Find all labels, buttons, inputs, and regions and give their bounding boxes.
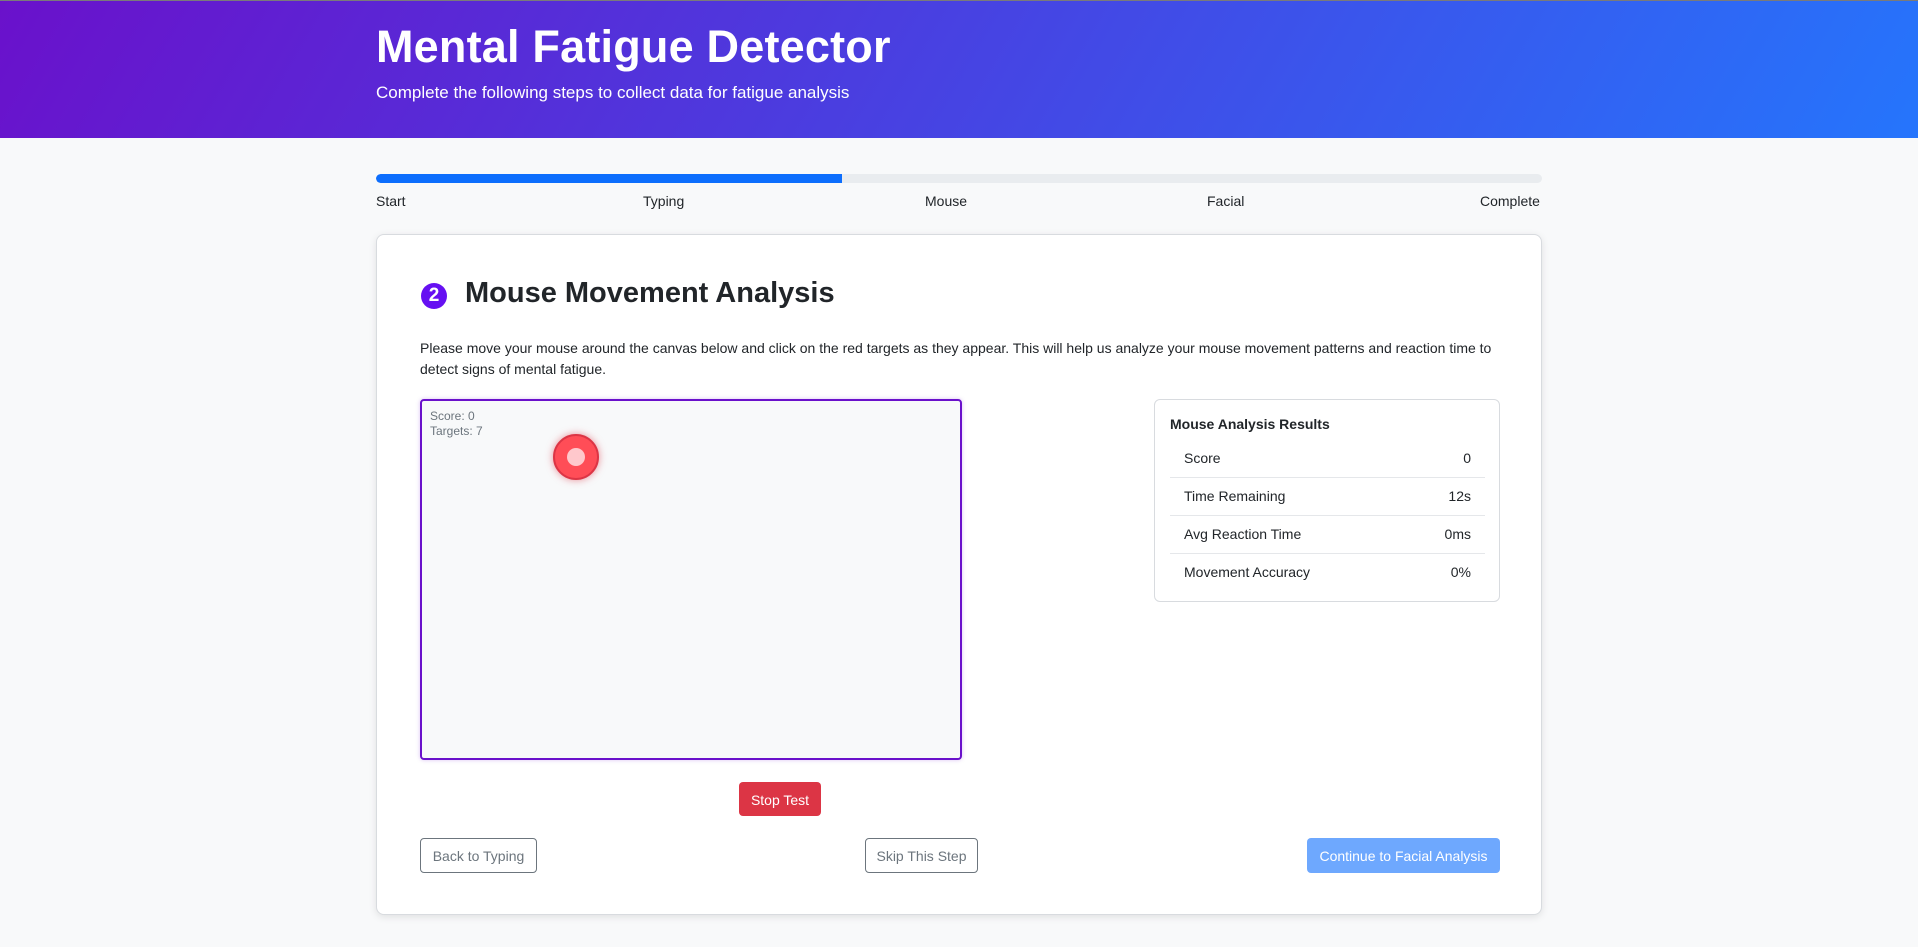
app-subtitle: Complete the following steps to collect … — [376, 83, 850, 102]
results-value: 0% — [1450, 564, 1471, 580]
progress-step-mouse: Mouse — [925, 193, 968, 209]
section-title: Mouse Movement Analysis — [465, 277, 835, 309]
mouse-results-panel: Mouse Analysis Results Score 0 Time Rema… — [1154, 399, 1500, 602]
target-center — [567, 448, 585, 466]
continue-to-facial-button[interactable]: Continue to Facial Analysis — [1307, 838, 1500, 873]
progress-bar — [376, 174, 1542, 183]
results-title: Mouse Analysis Results — [1170, 416, 1330, 432]
mouse-analysis-card: 2 Mouse Movement Analysis Please move yo… — [376, 234, 1542, 915]
progress-step-facial: Facial — [1207, 193, 1245, 209]
results-row-score: Score 0 — [1170, 440, 1485, 478]
back-to-typing-button[interactable]: Back to Typing — [420, 838, 537, 873]
progress-bar-fill — [376, 174, 843, 183]
red-target[interactable] — [553, 434, 599, 480]
results-label: Time Remaining — [1184, 488, 1286, 504]
results-row-avg-reaction: Avg Reaction Time 0ms — [1170, 516, 1485, 554]
app-header: Mental Fatigue Detector Complete the fol… — [0, 0, 1918, 138]
section-description: Please move your mouse around the canvas… — [420, 340, 1492, 377]
results-value: 12s — [1448, 488, 1471, 504]
results-label: Avg Reaction Time — [1184, 526, 1302, 542]
results-value: 0 — [1463, 450, 1471, 466]
stop-test-button[interactable]: Stop Test — [739, 782, 821, 816]
progress-step-typing: Typing — [643, 193, 685, 209]
results-row-accuracy: Movement Accuracy 0% — [1170, 554, 1485, 591]
mouse-tracking-canvas[interactable]: Score: 0 Targets: 7 — [420, 399, 962, 760]
results-list: Score 0 Time Remaining 12s Avg Reaction … — [1170, 440, 1485, 591]
step-number-badge: 2 — [421, 283, 447, 309]
results-row-time-remaining: Time Remaining 12s — [1170, 478, 1485, 516]
canvas-score-text: Score: 0 — [430, 409, 475, 423]
app-title: Mental Fatigue Detector — [376, 21, 891, 72]
results-label: Score — [1184, 450, 1221, 466]
results-label: Movement Accuracy — [1184, 564, 1311, 580]
skip-step-button[interactable]: Skip This Step — [865, 838, 978, 873]
progress-step-start: Start — [376, 193, 406, 209]
canvas-targets-text: Targets: 7 — [430, 424, 483, 438]
results-value: 0ms — [1444, 526, 1471, 542]
progress-step-complete: Complete — [1480, 193, 1540, 209]
